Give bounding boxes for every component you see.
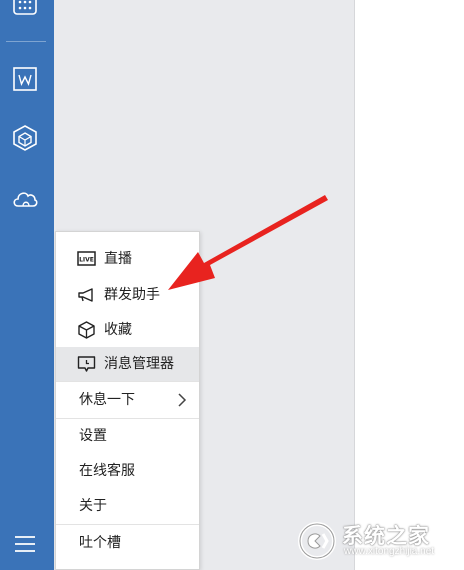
annotation-arrow-icon bbox=[168, 195, 328, 290]
menu-item-label: 设置 bbox=[79, 428, 107, 444]
menu-item-settings[interactable]: 设置 bbox=[56, 419, 199, 453]
watermark-logo-icon bbox=[298, 522, 336, 560]
svg-text:LIVE: LIVE bbox=[79, 257, 94, 264]
chevron-right-icon bbox=[178, 393, 187, 407]
live-icon: LIVE bbox=[77, 251, 96, 266]
box-icon bbox=[78, 321, 95, 339]
word-doc-icon[interactable] bbox=[10, 64, 40, 94]
watermark: 系统之家 www.xitongzhijia.net bbox=[296, 514, 460, 564]
apps-grid-icon[interactable] bbox=[10, 0, 40, 22]
menu-item-label: 关于 bbox=[79, 498, 107, 514]
menu-item-take-a-break[interactable]: 休息一下 bbox=[56, 383, 199, 417]
menu-separator bbox=[56, 524, 199, 525]
menu-item-label: 收藏 bbox=[104, 322, 132, 338]
menu-item-message-manager[interactable]: 消息管理器 bbox=[56, 347, 199, 381]
hamburger-menu-icon[interactable] bbox=[10, 530, 40, 560]
menu-item-label: 消息管理器 bbox=[104, 356, 174, 372]
menu-separator bbox=[56, 381, 199, 382]
menu-item-label: 休息一下 bbox=[79, 392, 135, 408]
menu-item-label: 直播 bbox=[104, 251, 132, 267]
megaphone-icon bbox=[78, 288, 93, 302]
sidebar bbox=[0, 0, 54, 570]
sidebar-divider bbox=[6, 41, 46, 42]
watermark-url: www.xitongzhijia.net bbox=[344, 546, 435, 557]
menu-item-about[interactable]: 关于 bbox=[56, 489, 199, 523]
menu-item-online-support[interactable]: 在线客服 bbox=[56, 454, 199, 488]
menu-item-feedback[interactable]: 吐个槽 bbox=[56, 526, 199, 560]
panel-divider bbox=[354, 0, 355, 570]
menu-item-label: 在线客服 bbox=[79, 463, 135, 479]
menu-item-label: 群发助手 bbox=[104, 287, 160, 303]
cloud-icon[interactable] bbox=[10, 184, 40, 214]
menu-item-favorites[interactable]: 收藏 bbox=[56, 313, 199, 347]
message-manager-icon bbox=[77, 356, 96, 372]
cube-hexagon-icon[interactable] bbox=[10, 123, 40, 153]
menu-item-label: 吐个槽 bbox=[79, 535, 121, 551]
